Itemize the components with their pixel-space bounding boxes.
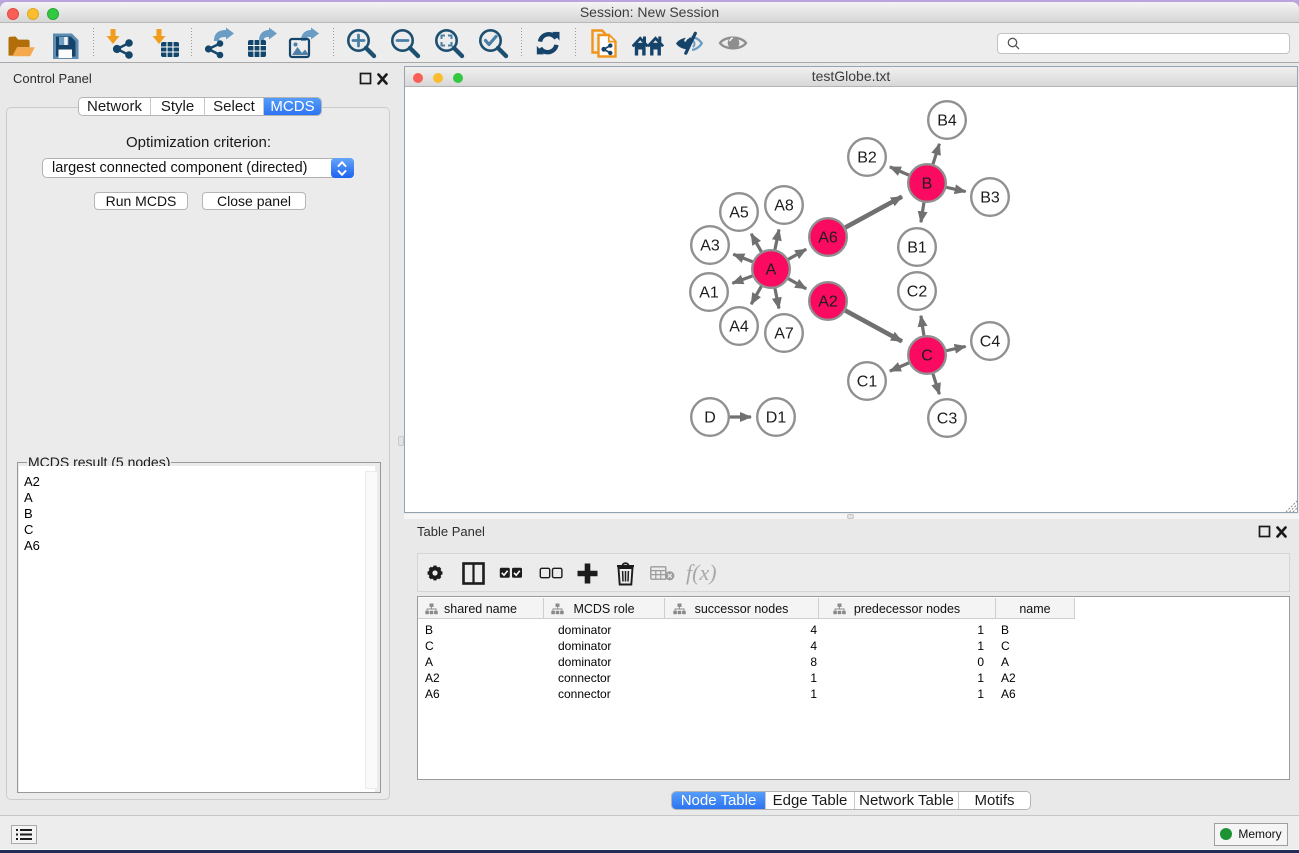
svg-text:A4: A4 <box>729 319 749 336</box>
svg-text:A: A <box>766 262 777 279</box>
svg-text:C4: C4 <box>980 334 1001 351</box>
svg-text:A1: A1 <box>699 285 719 302</box>
svg-text:A6: A6 <box>818 230 838 247</box>
svg-text:C3: C3 <box>937 411 958 428</box>
svg-text:C2: C2 <box>907 284 928 301</box>
svg-text:B: B <box>922 176 933 193</box>
svg-text:C: C <box>921 348 933 365</box>
svg-text:A5: A5 <box>729 205 749 222</box>
svg-text:B3: B3 <box>980 190 1000 207</box>
svg-text:A3: A3 <box>700 238 720 255</box>
svg-text:B4: B4 <box>937 113 957 130</box>
svg-text:A2: A2 <box>818 294 838 311</box>
svg-text:B2: B2 <box>857 150 877 167</box>
svg-text:B1: B1 <box>907 240 927 257</box>
svg-text:D: D <box>704 410 716 427</box>
svg-text:A8: A8 <box>774 198 794 215</box>
svg-text:C1: C1 <box>857 374 878 391</box>
svg-text:A7: A7 <box>774 326 794 343</box>
svg-text:D1: D1 <box>766 410 787 427</box>
